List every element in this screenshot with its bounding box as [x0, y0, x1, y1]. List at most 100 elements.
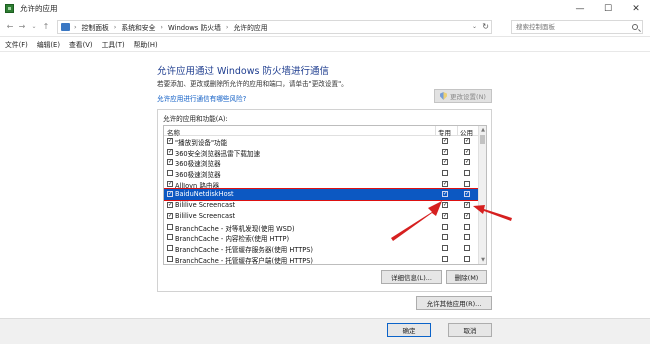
public-network-checkbox[interactable]	[464, 255, 470, 262]
ok-button[interactable]: 确定	[387, 323, 431, 337]
scroll-up-arrow-icon[interactable]: ▲	[479, 126, 486, 134]
private-network-checkbox[interactable]: ✓	[442, 191, 448, 198]
public-network-checkbox[interactable]: ✓	[464, 191, 470, 198]
app-row[interactable]: 360极速浏览器	[164, 168, 486, 179]
public-network-checkbox[interactable]: ✓	[464, 148, 470, 155]
breadcrumb-windows-firewall[interactable]: Windows 防火墙	[168, 22, 221, 32]
allowed-apps-list[interactable]: 名称 专用 公用 ✓ "播放到设备"功能 ✓ ✓ ✓ 360安全浏览器迅雷下载加速 ✓ ✓ ✓ 3…	[163, 125, 487, 265]
private-network-checkbox[interactable]	[442, 170, 448, 177]
menu-help[interactable]: 帮助(H)	[134, 39, 158, 49]
public-network-checkbox[interactable]	[464, 244, 470, 251]
breadcrumb-allowed-apps[interactable]: 允许的应用	[234, 22, 268, 32]
column-divider[interactable]	[457, 126, 458, 136]
app-name: Bililive Screencast	[175, 201, 236, 210]
search-input[interactable]	[516, 23, 626, 31]
scroll-down-arrow-icon[interactable]: ▼	[479, 256, 486, 264]
address-field[interactable]: › 控制面板 › 系统和安全 › Windows 防火墙 › 允许的应用 ⌄ ↻	[57, 20, 492, 34]
private-network-checkbox[interactable]	[442, 234, 448, 241]
close-button[interactable]: ✕	[622, 0, 650, 17]
app-enabled-checkbox[interactable]: ✓	[167, 159, 173, 166]
app-rows: ✓ "播放到设备"功能 ✓ ✓ ✓ 360安全浏览器迅雷下载加速 ✓ ✓ ✓ 360极速浏览器 ✓ ✓…	[164, 136, 486, 264]
public-network-checkbox[interactable]	[464, 223, 470, 230]
menu-bar: 文件(F) 编辑(E) 查看(V) 工具(T) 帮助(H)	[0, 37, 650, 52]
app-name: BranchCache - 内容检索(使用 HTTP)	[175, 235, 290, 244]
app-row[interactable]: ✓ "播放到设备"功能 ✓ ✓	[164, 136, 486, 147]
app-enabled-checkbox[interactable]: ✓	[167, 202, 173, 209]
app-enabled-checkbox[interactable]	[167, 223, 173, 230]
app-row[interactable]: ✓ Bililive Screencast ✓ ✓	[164, 211, 486, 222]
private-network-checkbox[interactable]	[442, 223, 448, 230]
back-arrow-icon[interactable]: ←	[4, 20, 16, 34]
private-network-checkbox[interactable]: ✓	[442, 180, 448, 187]
list-scrollbar[interactable]: ▲ ▼	[478, 126, 486, 264]
maximize-button[interactable]: ☐	[594, 0, 622, 17]
window-title: 允许的应用	[20, 4, 58, 13]
private-network-checkbox[interactable]: ✓	[442, 138, 448, 144]
breadcrumb-system-security[interactable]: 系统和安全	[121, 22, 155, 32]
uac-shield-icon	[440, 92, 448, 100]
app-row[interactable]: ✓ Bililive Screencast ✓ ✓	[164, 200, 486, 211]
app-enabled-checkbox[interactable]: ✓	[167, 212, 173, 219]
private-network-checkbox[interactable]: ✓	[442, 202, 448, 209]
app-enabled-checkbox[interactable]: ✓	[167, 191, 173, 198]
public-network-checkbox[interactable]: ✓	[464, 159, 470, 166]
app-enabled-checkbox[interactable]: ✓	[167, 138, 173, 144]
menu-view[interactable]: 查看(V)	[69, 39, 93, 49]
public-network-checkbox[interactable]	[464, 234, 470, 241]
breadcrumb-separator-icon: ›	[74, 23, 77, 31]
breadcrumb-separator-icon: ›	[160, 23, 163, 31]
app-row[interactable]: BranchCache - 内容检索(使用 HTTP)	[164, 232, 486, 243]
public-network-checkbox[interactable]	[464, 170, 470, 177]
public-network-checkbox[interactable]: ✓	[464, 138, 470, 144]
app-enabled-checkbox[interactable]	[167, 234, 173, 241]
forward-arrow-icon[interactable]: →	[16, 20, 28, 34]
dialog-footer: 确定 取消	[0, 318, 650, 344]
app-row[interactable]: ✓ BaiduNetdiskHost ✓ ✓	[164, 188, 486, 202]
recent-pages-chevron-icon[interactable]: ⌄	[28, 20, 40, 34]
scroll-thumb[interactable]	[480, 135, 485, 144]
search-icon[interactable]	[632, 24, 638, 30]
details-button[interactable]: 详细信息(L)...	[381, 270, 442, 284]
address-dropdown-chevron-icon[interactable]: ⌄	[472, 21, 477, 33]
app-enabled-checkbox[interactable]	[167, 170, 173, 177]
minimize-button[interactable]: —	[566, 0, 594, 17]
refresh-icon[interactable]: ↻	[482, 21, 489, 33]
breadcrumb-control-panel[interactable]: 控制面板	[82, 22, 109, 32]
risks-link[interactable]: 允许应用进行通信有哪些风险?	[157, 93, 246, 103]
menu-file[interactable]: 文件(F)	[5, 39, 28, 49]
app-name: "播放到设备"功能	[175, 139, 228, 147]
app-row[interactable]: ✓ AllJoyn 路由器 ✓	[164, 179, 486, 190]
private-network-checkbox[interactable]: ✓	[442, 212, 448, 219]
column-divider[interactable]	[435, 126, 436, 136]
private-network-checkbox[interactable]: ✓	[442, 148, 448, 155]
breadcrumb-separator-icon: ›	[225, 23, 229, 31]
change-settings-label: 更改设置(N)	[450, 93, 486, 101]
up-arrow-icon[interactable]: ↑	[40, 20, 52, 34]
app-enabled-checkbox[interactable]: ✓	[167, 180, 173, 187]
menu-edit[interactable]: 编辑(E)	[37, 39, 60, 49]
address-bar: ← → ⌄ ↑ › 控制面板 › 系统和安全 › Windows 防火墙 › 允…	[0, 17, 650, 37]
app-row[interactable]: ✓ 360极速浏览器 ✓ ✓	[164, 157, 486, 168]
app-name: Bililive Screencast	[175, 211, 236, 220]
search-field[interactable]	[511, 20, 643, 34]
app-enabled-checkbox[interactable]	[167, 255, 173, 262]
cancel-button[interactable]: 取消	[448, 323, 492, 337]
delete-button[interactable]: 删除(M)	[446, 270, 487, 284]
app-enabled-checkbox[interactable]: ✓	[167, 148, 173, 155]
app-row[interactable]: BranchCache - 托管缓存客户端(使用 HTTPS)	[164, 254, 486, 264]
public-network-checkbox[interactable]: ✓	[464, 212, 470, 219]
app-row[interactable]: ✓ 360安全浏览器迅雷下载加速 ✓ ✓	[164, 147, 486, 158]
private-network-checkbox[interactable]: ✓	[442, 159, 448, 166]
app-enabled-checkbox[interactable]	[167, 244, 173, 251]
private-network-checkbox[interactable]	[442, 255, 448, 262]
public-network-checkbox[interactable]: ✓	[464, 202, 470, 209]
private-network-checkbox[interactable]	[442, 244, 448, 251]
app-row[interactable]: BranchCache - 托管缓存服务器(使用 HTTPS)	[164, 243, 486, 254]
app-row[interactable]: BranchCache - 对等机发现(使用 WSD)	[164, 222, 486, 233]
allow-another-app-button[interactable]: 允许其他应用(R)...	[416, 296, 492, 310]
instruction-text: 若要添加、更改或删除所允许的应用和端口，请单击"更改设置"。	[157, 80, 348, 88]
menu-tools[interactable]: 工具(T)	[102, 39, 125, 49]
change-settings-button[interactable]: 更改设置(N)	[434, 89, 492, 103]
app-name: 360安全浏览器迅雷下载加速	[175, 149, 261, 158]
public-network-checkbox[interactable]	[464, 180, 470, 187]
